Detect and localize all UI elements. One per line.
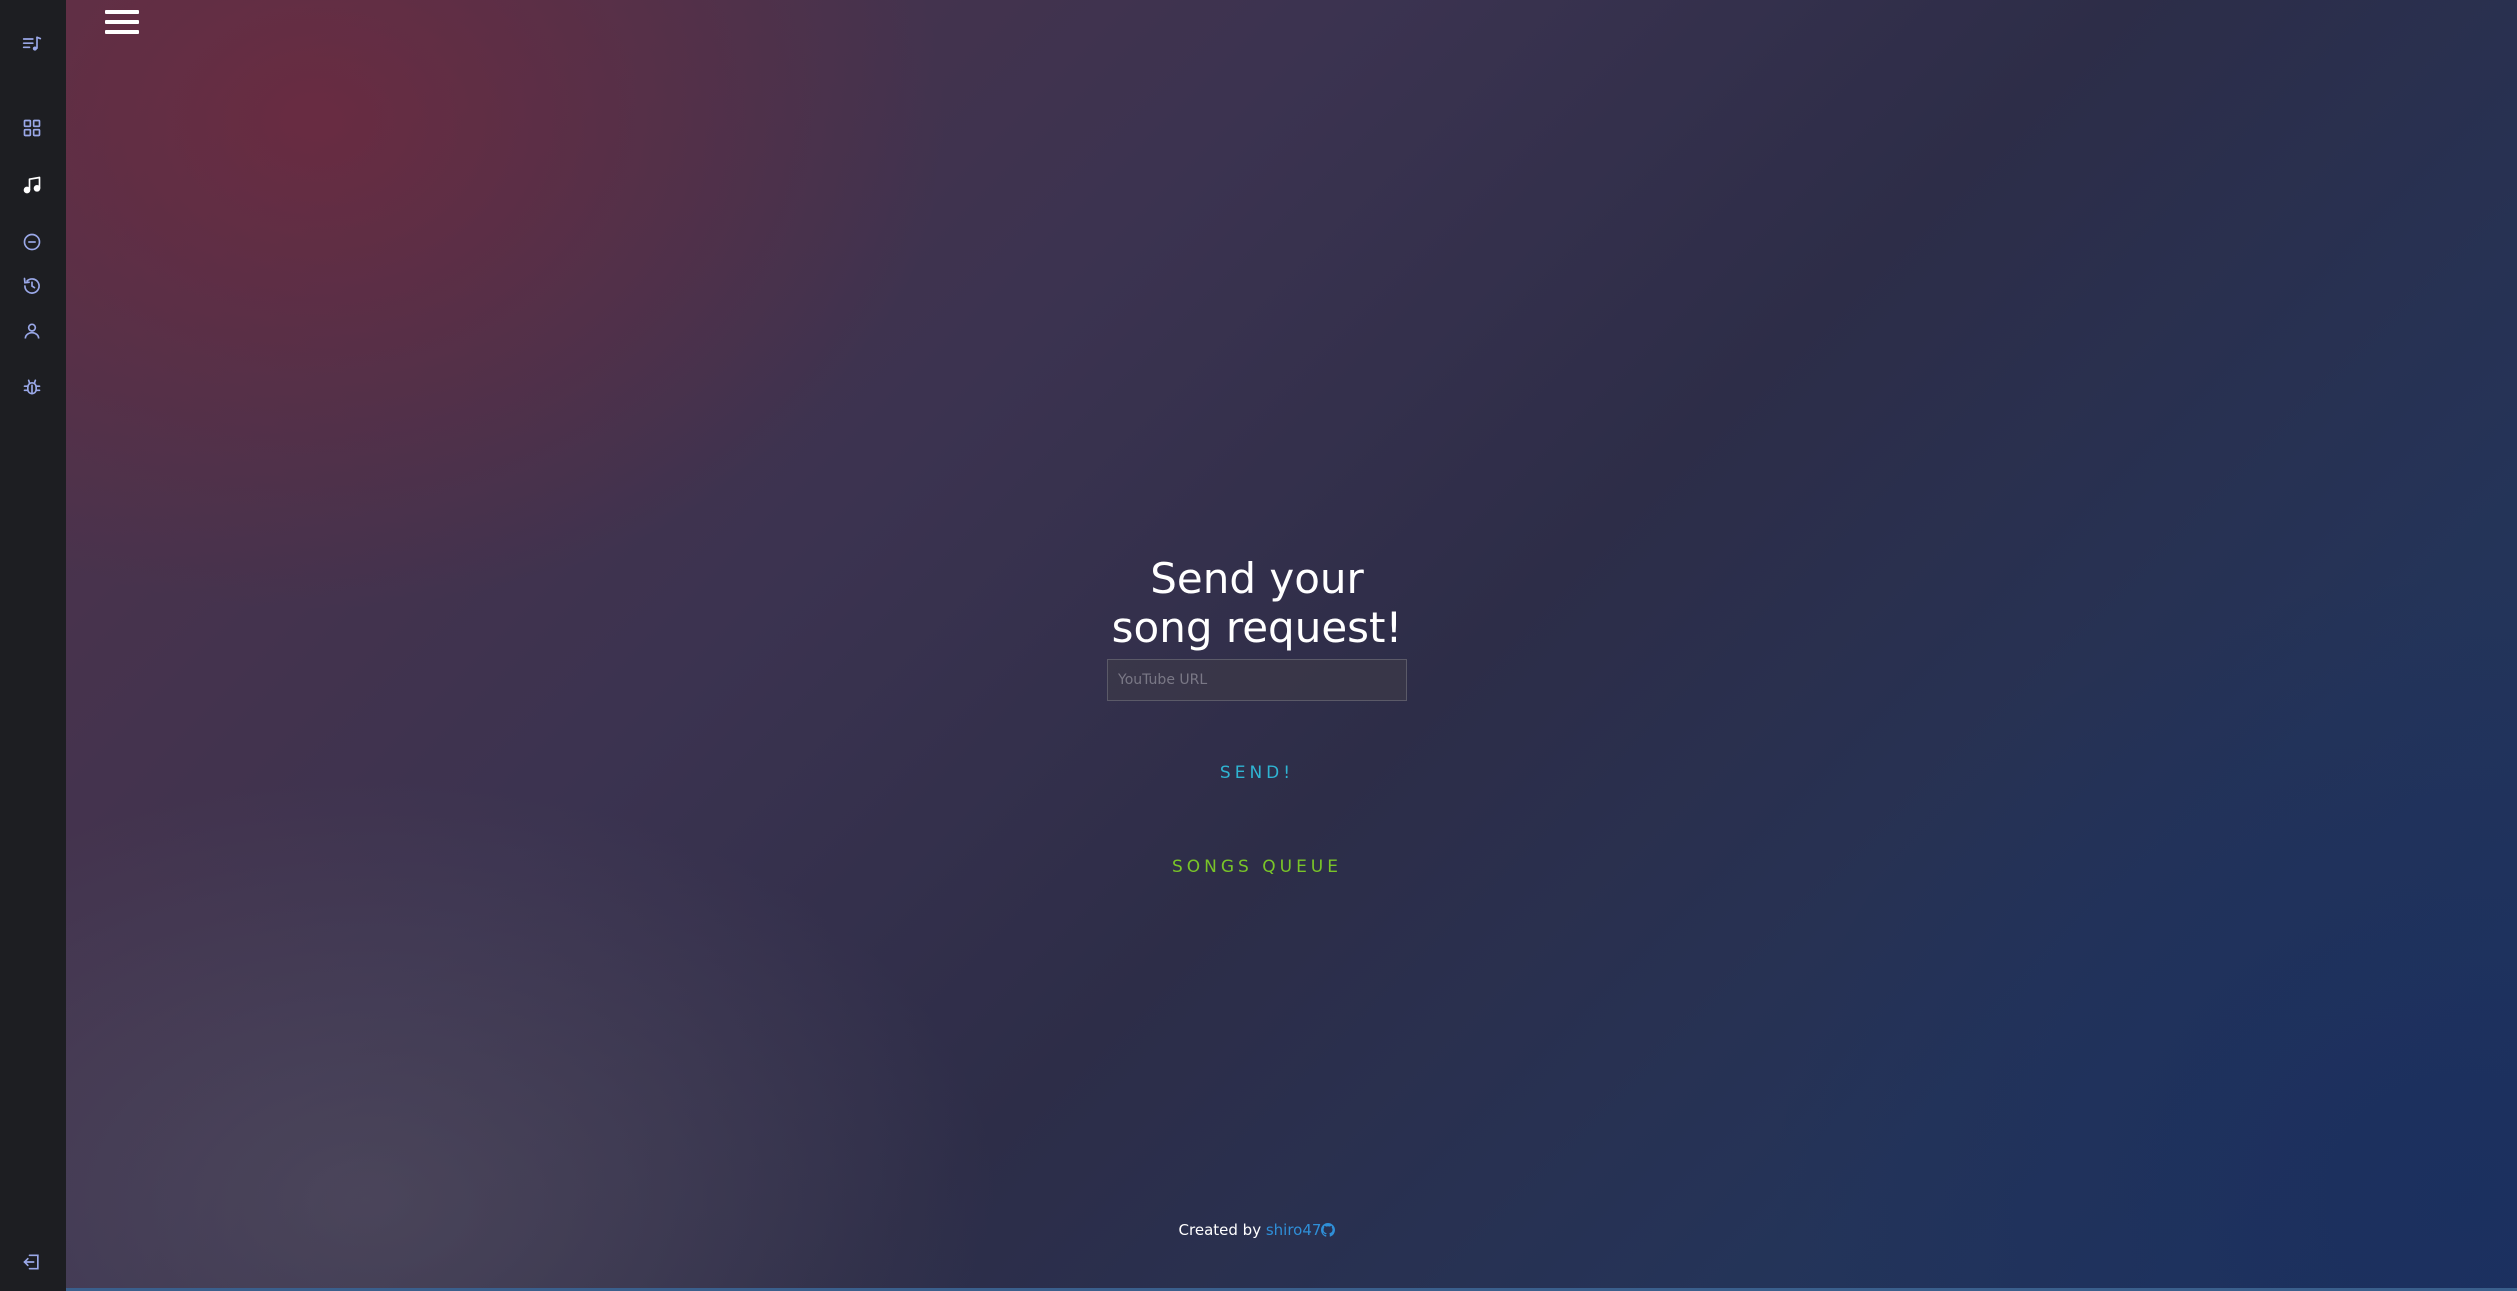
page-title: Send your song request! [1057, 554, 1457, 652]
bug-icon[interactable] [20, 375, 44, 399]
hamburger-menu-icon[interactable] [105, 10, 139, 40]
page-title-line2: song request! [1111, 603, 1403, 652]
sidebar [0, 0, 66, 1291]
author-link[interactable]: shiro47 [1266, 1221, 1322, 1239]
music-note-icon[interactable] [20, 173, 44, 197]
youtube-url-input[interactable] [1107, 659, 1407, 701]
songs-queue-button[interactable]: SONGS QUEUE [1107, 852, 1407, 882]
send-button[interactable]: SEND! [1157, 758, 1357, 788]
history-icon[interactable] [20, 274, 44, 298]
page-title-line1: Send your [1150, 554, 1364, 603]
footer-created-by: Created by [1178, 1221, 1262, 1239]
logout-icon[interactable] [20, 1250, 44, 1274]
playlist-music-icon[interactable] [20, 32, 44, 56]
footer: Created by shiro47 [1107, 1221, 1407, 1239]
minus-circle-icon[interactable] [20, 230, 44, 254]
user-icon[interactable] [20, 319, 44, 343]
github-icon[interactable] [1321, 1223, 1336, 1237]
dashboard-grid-icon[interactable] [20, 116, 44, 140]
